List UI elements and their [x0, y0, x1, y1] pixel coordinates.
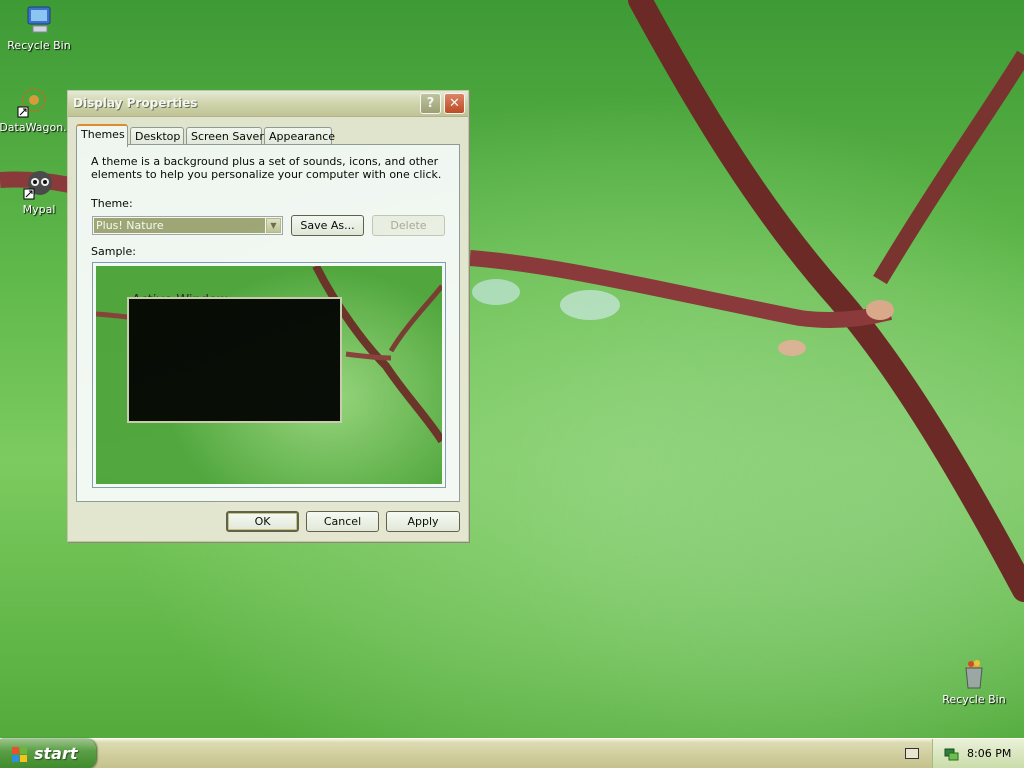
- datawagon-shortcut-icon: [17, 86, 49, 118]
- desktop-icon-recycle-bin-top[interactable]: Recycle Bin: [1, 4, 77, 52]
- desktop-icon-label: DataWagon.: [0, 121, 67, 134]
- theme-label: Theme:: [91, 197, 133, 210]
- mypal-browser-icon: [23, 168, 55, 200]
- themes-panel: A theme is a background plus a set of so…: [76, 144, 460, 502]
- save-as-button[interactable]: Save As...: [291, 215, 364, 236]
- desktop-icon-label: Recycle Bin: [942, 693, 1006, 706]
- close-button[interactable]: ✕: [444, 93, 465, 114]
- desktop-icon-mypal[interactable]: Mypal: [1, 168, 77, 216]
- desktop-icon-recycle-bin[interactable]: Recycle Bin: [936, 658, 1012, 706]
- desktop-icon-label: Mypal: [22, 203, 56, 216]
- computer-icon: [23, 4, 55, 36]
- sample-wallpaper: Active Window: [96, 266, 442, 484]
- desktop-icon-datawagon[interactable]: DataWagon.: [0, 86, 71, 134]
- start-button[interactable]: start: [0, 739, 96, 768]
- theme-sample-preview: Active Window: [92, 262, 446, 488]
- window-titlebar[interactable]: Display Properties ? ✕: [68, 91, 468, 117]
- theme-selected-value: Plus! Nature: [94, 218, 265, 233]
- sample-active-window: [127, 297, 342, 423]
- help-button[interactable]: ?: [420, 93, 441, 114]
- delete-button[interactable]: Delete: [372, 215, 445, 236]
- tab-themes[interactable]: Themes: [76, 124, 128, 147]
- start-label: start: [34, 744, 78, 763]
- apply-button[interactable]: Apply: [386, 511, 460, 532]
- network-icon[interactable]: [943, 746, 959, 765]
- theme-select[interactable]: Plus! Nature ▼: [92, 216, 283, 235]
- help-icon: ?: [426, 96, 435, 111]
- display-properties-window: Display Properties ? ✕ Themes Desktop Sc…: [67, 90, 469, 542]
- system-tray: 8:06 PM: [932, 739, 1024, 768]
- close-icon: ✕: [449, 96, 460, 111]
- ok-button[interactable]: OK: [226, 511, 299, 532]
- cancel-button[interactable]: Cancel: [306, 511, 379, 532]
- sample-label: Sample:: [91, 245, 136, 258]
- taskbar: start 8:06 PM: [0, 738, 1024, 768]
- clock[interactable]: 8:06 PM: [967, 747, 1011, 760]
- keyboard-icon[interactable]: [905, 748, 919, 759]
- themes-description: A theme is a background plus a set of so…: [91, 155, 442, 181]
- window-title: Display Properties: [73, 96, 198, 110]
- windows-logo-icon: [12, 747, 28, 765]
- chevron-down-icon[interactable]: ▼: [266, 218, 281, 233]
- recycle-bin-full-icon: [958, 658, 990, 690]
- desktop-icon-label: Recycle Bin: [7, 39, 71, 52]
